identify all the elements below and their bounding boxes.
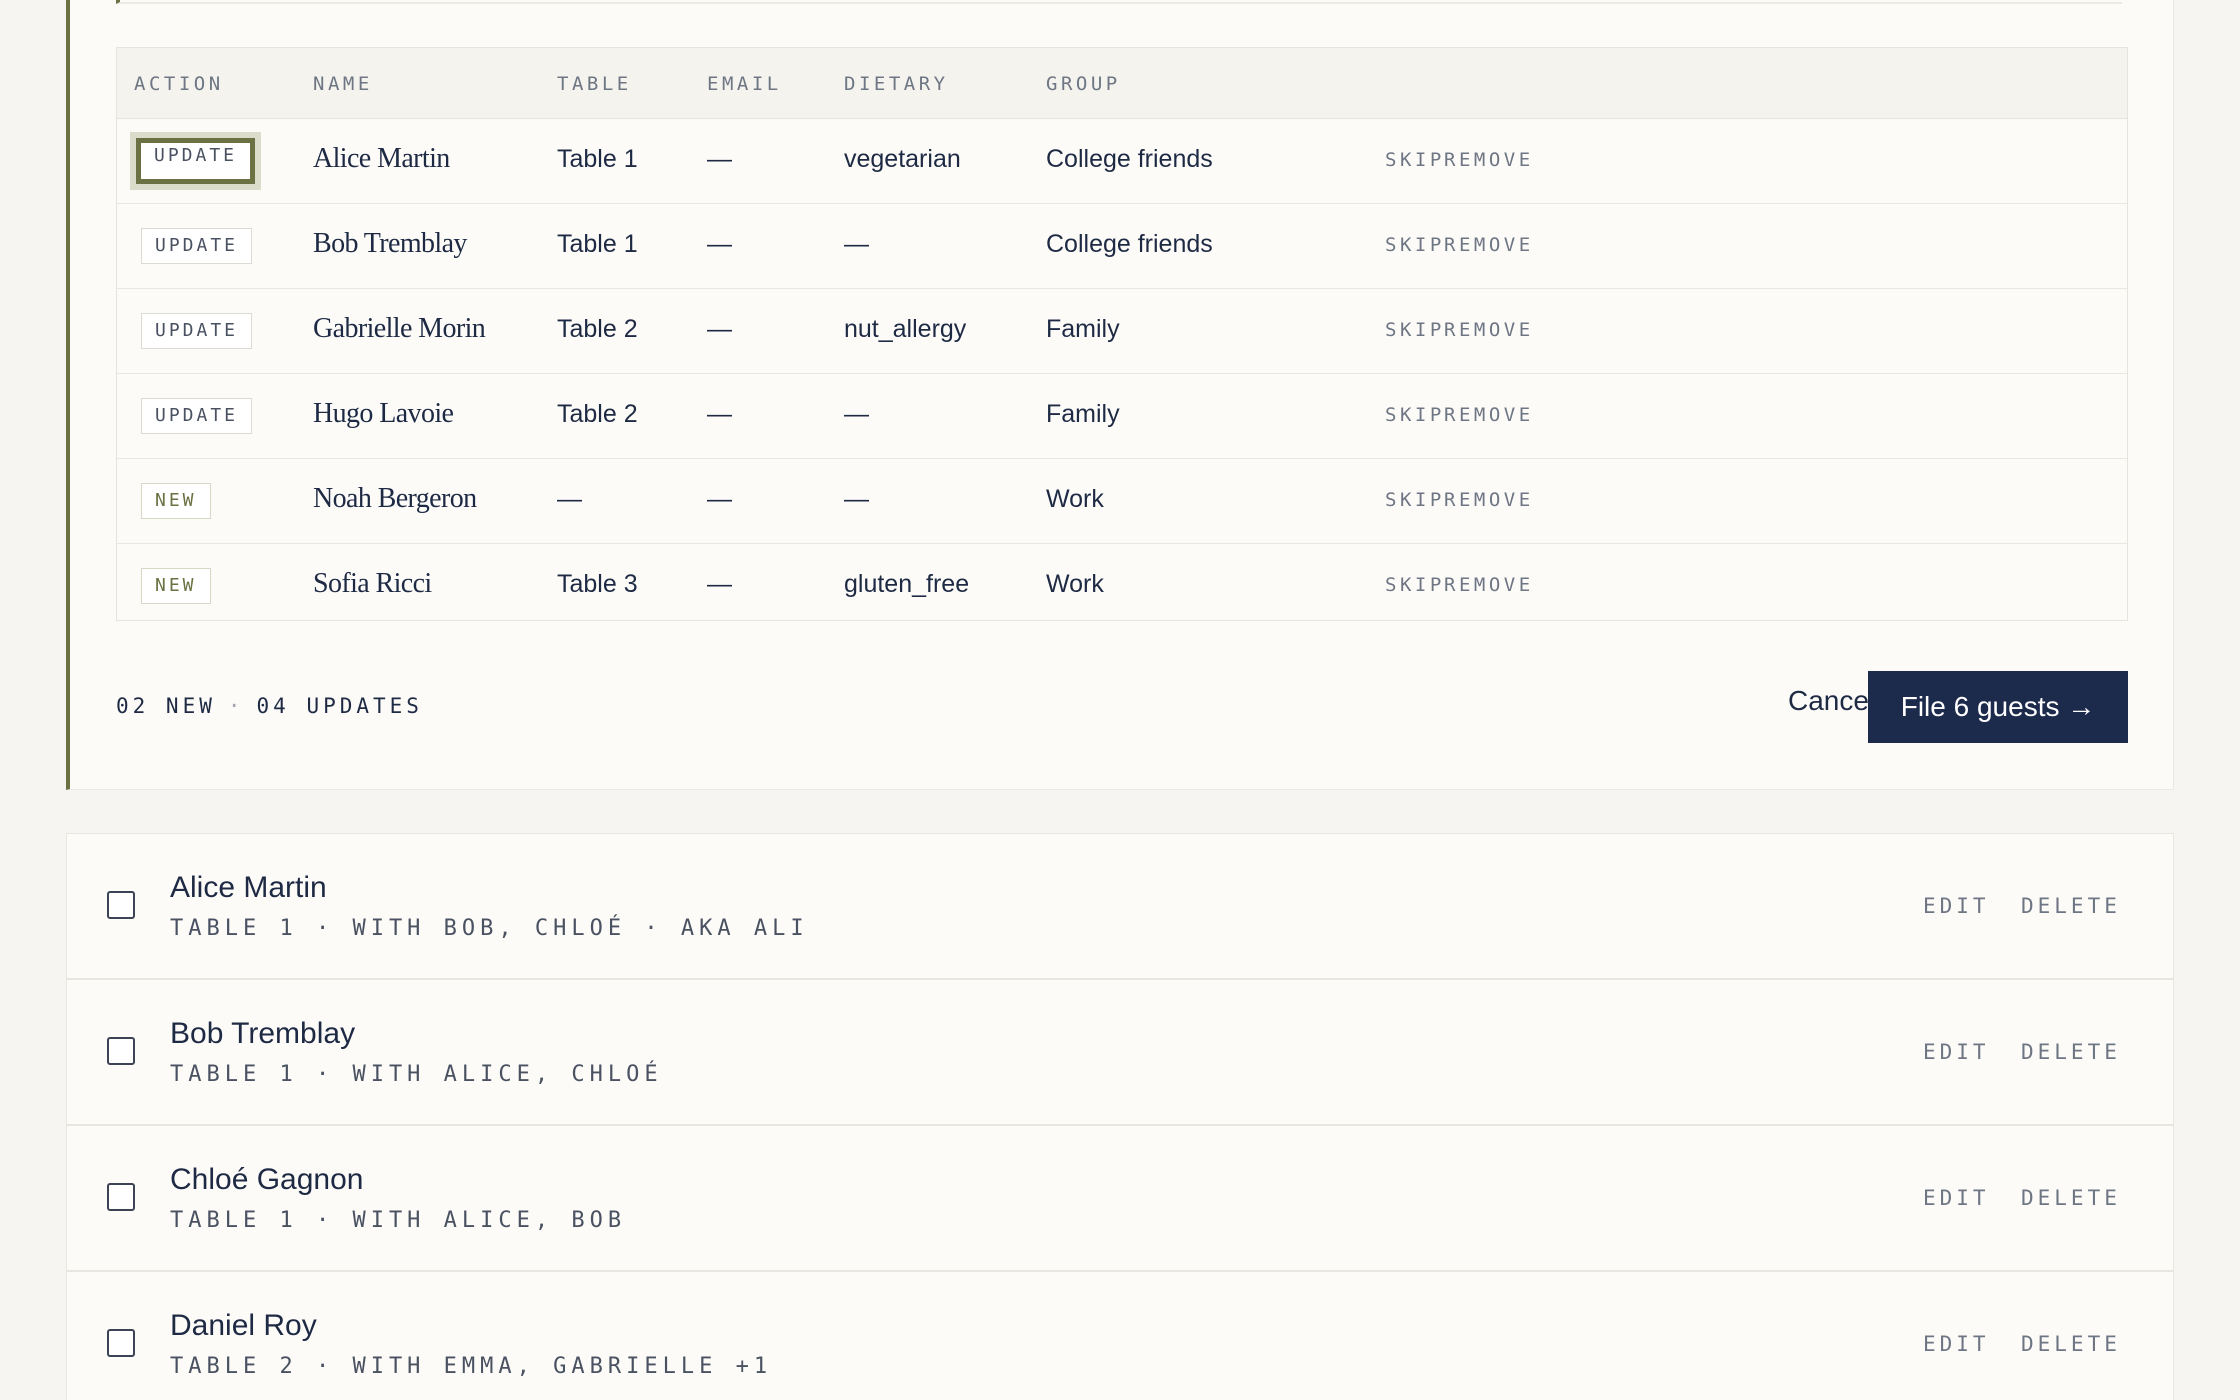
guest-table: —	[557, 485, 582, 513]
table-row: UPDATE Hugo Lavoie Table 2 — — Family SK…	[117, 374, 2127, 459]
edit-button[interactable]: EDIT	[1923, 1186, 1990, 1210]
guest-email: —	[707, 400, 732, 428]
guest-list-item: Daniel Roy TABLE 2 · WITH EMMA, GABRIELL…	[66, 1271, 2174, 1400]
table-row: UPDATE Gabrielle Morin Table 2 — nut_all…	[117, 289, 2127, 374]
guest-email: —	[707, 230, 732, 258]
guest-dietary: —	[844, 230, 869, 258]
column-header-name: NAME	[313, 73, 373, 95]
skip-button[interactable]: SKIP	[1385, 234, 1445, 256]
remove-button[interactable]: REMOVE	[1444, 149, 1534, 171]
guest-name: Bob Tremblay	[313, 228, 467, 259]
edit-button[interactable]: EDIT	[1923, 1332, 1990, 1356]
skip-button[interactable]: SKIP	[1385, 149, 1445, 171]
summary-update-count: 04 UPDATES	[256, 694, 423, 718]
guest-dietary: —	[844, 400, 869, 428]
guest-meta: TABLE 1 · WITH ALICE, CHLOÉ	[170, 1062, 663, 1087]
guest-table: Table 1	[557, 145, 638, 173]
delete-button[interactable]: DELETE	[2021, 894, 2121, 918]
guest-dietary: gluten_free	[844, 570, 970, 598]
guest-group: Work	[1046, 485, 1104, 513]
guest-group: College friends	[1046, 230, 1213, 258]
remove-button[interactable]: REMOVE	[1444, 234, 1534, 256]
column-header-dietary: DIETARY	[844, 73, 949, 95]
guest-email: —	[707, 570, 732, 598]
guest-meta: TABLE 1 · WITH ALICE, BOB	[170, 1208, 627, 1233]
guest-name: Noah Bergeron	[313, 483, 477, 514]
cancel-button[interactable]: Cancel	[1788, 675, 1875, 727]
summary-separator: ·	[227, 694, 245, 718]
import-summary: 02 NEW · 04 UPDATES	[116, 694, 423, 718]
table-row: NEW Noah Bergeron — — — Work SKIP REMOVE	[117, 459, 2127, 544]
guest-dietary: vegetarian	[844, 145, 961, 173]
guest-name: Alice Martin	[313, 143, 450, 174]
delete-button[interactable]: DELETE	[2021, 1040, 2121, 1064]
guest-email: —	[707, 485, 732, 513]
guest-table: Table 1	[557, 230, 638, 258]
skip-button[interactable]: SKIP	[1385, 404, 1445, 426]
column-header-email: EMAIL	[707, 73, 782, 95]
guest-list-item: Alice Martin TABLE 1 · WITH BOB, CHLOÉ ·…	[66, 833, 2174, 979]
table-row: UPDATE Bob Tremblay Table 1 — — College …	[117, 204, 2127, 289]
action-toggle-new[interactable]: NEW	[141, 568, 211, 604]
action-toggle-update[interactable]: UPDATE	[136, 138, 256, 184]
guest-name: Hugo Lavoie	[313, 398, 454, 429]
guest-table: Table 2	[557, 315, 638, 343]
remove-button[interactable]: REMOVE	[1444, 574, 1534, 596]
guest-name: Sofia Ricci	[313, 568, 432, 599]
guest-name: Gabrielle Morin	[313, 313, 486, 344]
table-row: NEW Sofia Ricci Table 3 — gluten_free Wo…	[117, 544, 2127, 628]
guest-email: —	[707, 315, 732, 343]
import-preview-table: ACTION NAME TABLE EMAIL DIETARY GROUP UP…	[116, 47, 2128, 621]
remove-button[interactable]: REMOVE	[1444, 404, 1534, 426]
guest-list-item: Bob Tremblay TABLE 1 · WITH ALICE, CHLOÉ…	[66, 979, 2174, 1125]
guest-name: Alice Martin	[170, 871, 327, 904]
skip-button[interactable]: SKIP	[1385, 319, 1445, 341]
guest-table: Table 3	[557, 570, 638, 598]
action-toggle-update[interactable]: UPDATE	[141, 228, 253, 264]
guest-email: —	[707, 145, 732, 173]
guest-group: Work	[1046, 570, 1104, 598]
guest-group: Family	[1046, 315, 1120, 343]
remove-button[interactable]: REMOVE	[1444, 489, 1534, 511]
action-toggle-update[interactable]: UPDATE	[141, 313, 253, 349]
guest-name: Chloé Gagnon	[170, 1163, 364, 1196]
column-header-table: TABLE	[557, 73, 632, 95]
table-row: UPDATE Alice Martin Table 1 — vegetarian…	[117, 119, 2127, 204]
table-header: ACTION NAME TABLE EMAIL DIETARY GROUP	[117, 48, 2127, 119]
guest-checkbox[interactable]	[107, 1329, 135, 1357]
guest-group: Family	[1046, 400, 1120, 428]
guest-dietary: —	[844, 485, 869, 513]
file-guests-button[interactable]: File 6 guests →	[1868, 671, 2128, 743]
guest-table: Table 2	[557, 400, 638, 428]
guest-meta: TABLE 2 · WITH EMMA, GABRIELLE +1	[170, 1354, 773, 1379]
guest-name: Daniel Roy	[170, 1309, 317, 1342]
guest-meta: TABLE 1 · WITH BOB, CHLOÉ · AKA ALI	[170, 916, 809, 941]
guest-name: Bob Tremblay	[170, 1017, 356, 1050]
edit-button[interactable]: EDIT	[1923, 1040, 1990, 1064]
delete-button[interactable]: DELETE	[2021, 1186, 2121, 1210]
import-preview-panel: ACTION NAME TABLE EMAIL DIETARY GROUP UP…	[66, 0, 2174, 790]
panel-top-divider	[116, 0, 2122, 4]
guest-checkbox[interactable]	[107, 1183, 135, 1211]
column-header-group: GROUP	[1046, 73, 1121, 95]
skip-button[interactable]: SKIP	[1385, 489, 1445, 511]
delete-button[interactable]: DELETE	[2021, 1332, 2121, 1356]
guest-checkbox[interactable]	[107, 891, 135, 919]
guest-group: College friends	[1046, 145, 1213, 173]
summary-new-count: 02 NEW	[116, 694, 216, 718]
action-toggle-update[interactable]: UPDATE	[141, 398, 253, 434]
guest-checkbox[interactable]	[107, 1037, 135, 1065]
remove-button[interactable]: REMOVE	[1444, 319, 1534, 341]
edit-button[interactable]: EDIT	[1923, 894, 1990, 918]
guest-dietary: nut_allergy	[844, 315, 967, 343]
column-header-action: ACTION	[134, 73, 224, 95]
action-toggle-new[interactable]: NEW	[141, 483, 211, 519]
guest-list-item: Chloé Gagnon TABLE 1 · WITH ALICE, BOB E…	[66, 1125, 2174, 1271]
skip-button[interactable]: SKIP	[1385, 574, 1445, 596]
